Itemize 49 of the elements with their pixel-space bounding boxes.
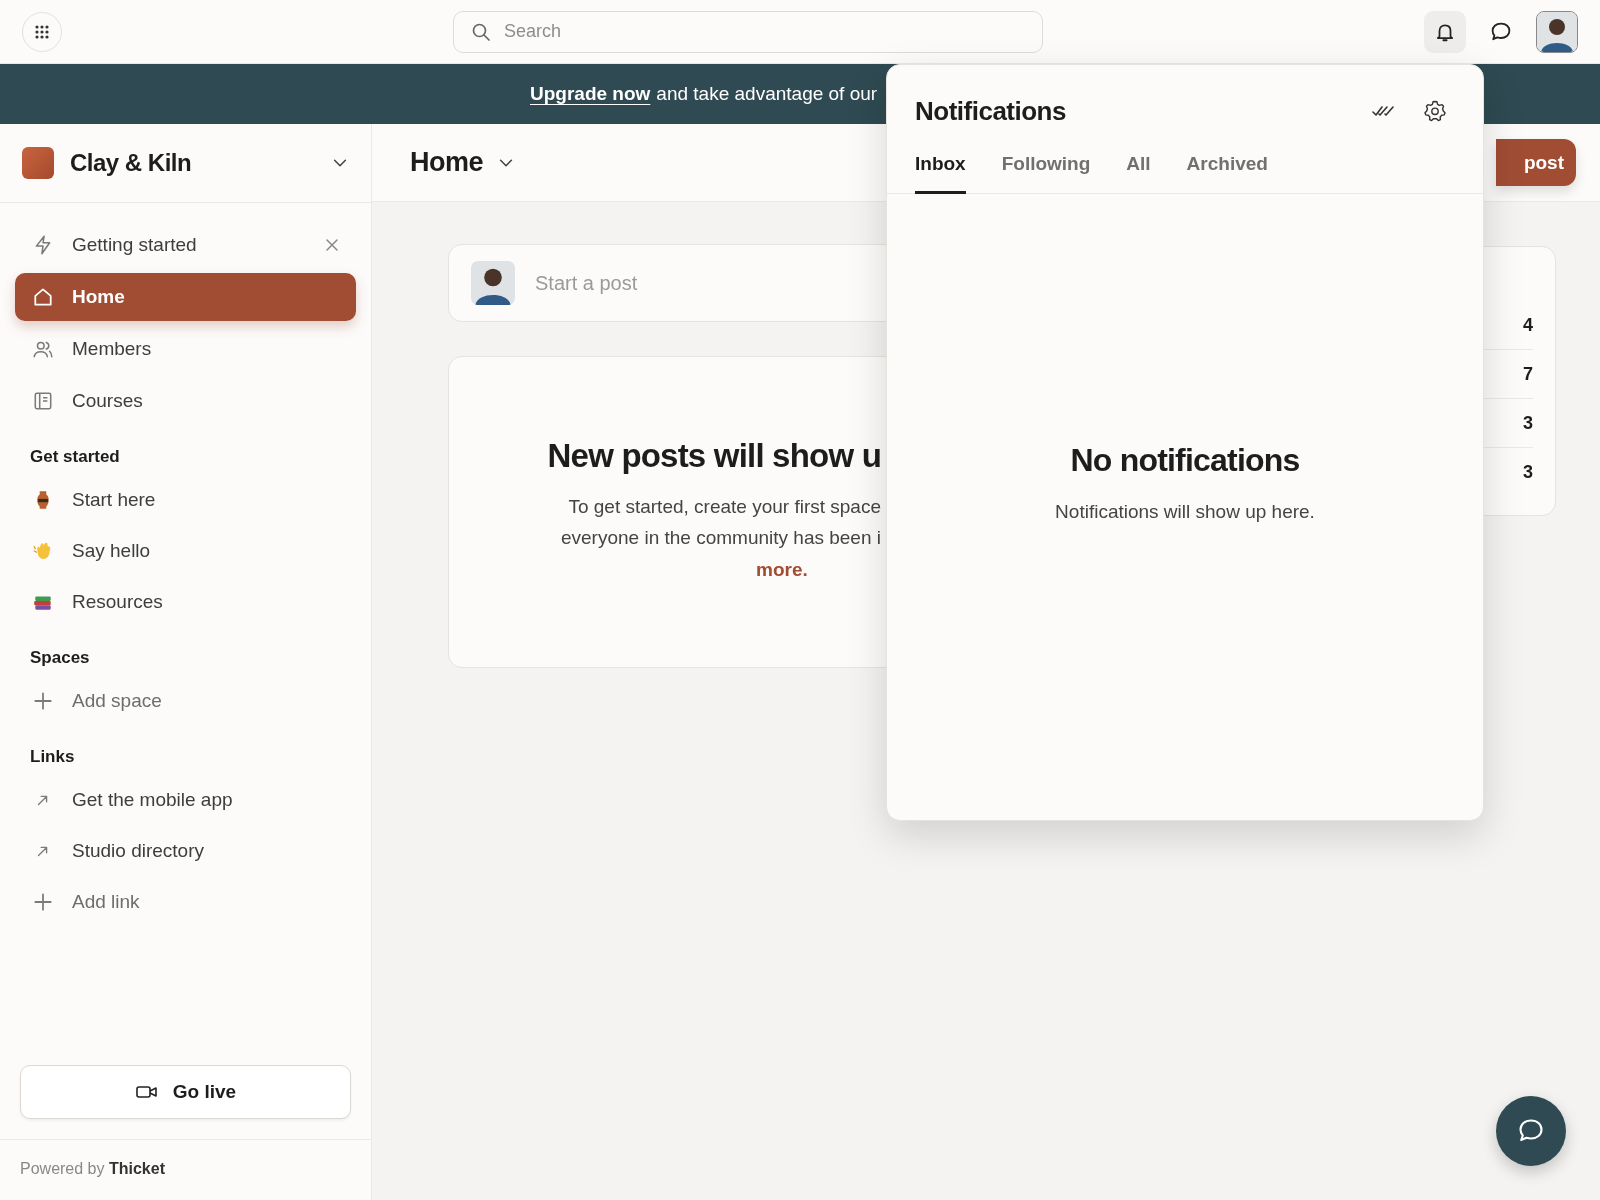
search-icon — [471, 21, 491, 42]
section-heading: Get started — [29, 447, 121, 468]
sidebar-item[interactable]: Start here — [15, 475, 356, 524]
go-live-button[interactable]: Go live — [20, 1065, 351, 1119]
grid-icon — [34, 23, 50, 40]
panel-tab[interactable]: Inbox — [915, 145, 966, 194]
empty-title: No notifications — [1070, 442, 1300, 479]
home-icon — [32, 286, 54, 308]
empty-state-text: everyone in the community has been i — [561, 526, 881, 550]
empty-state-text: To get started, create your first space — [568, 495, 881, 519]
panel-tab[interactable]: Following — [1001, 145, 1091, 194]
new-post-button[interactable]: post — [1496, 139, 1576, 186]
sidebar-item[interactable]: Home — [15, 273, 356, 321]
panel-title: Notifications — [915, 95, 1066, 127]
search-field[interactable]: Search — [453, 10, 1043, 53]
community-logo-icon — [22, 147, 54, 179]
book-icon — [32, 390, 54, 412]
sidebar-item[interactable]: Add link — [15, 877, 356, 926]
sidebar-item[interactable]: Studio directory — [15, 826, 356, 875]
stat-value: 3 — [1522, 461, 1533, 484]
community-name: Clay & Kiln — [70, 149, 192, 177]
gear-icon — [1423, 99, 1447, 123]
sidebar-item[interactable]: Add space — [15, 676, 356, 725]
panel-tab[interactable]: All — [1126, 145, 1151, 194]
profile-avatar-button[interactable] — [1536, 10, 1578, 53]
chat-button[interactable] — [1496, 1096, 1566, 1166]
sidebar-item[interactable]: Get the mobile app — [15, 775, 356, 824]
post-input[interactable]: Start a post — [533, 270, 802, 296]
sidebar-item[interactable]: Getting started — [15, 221, 356, 269]
avatar-silhouette-icon — [471, 261, 515, 305]
avatar-silhouette-icon — [1537, 11, 1577, 52]
section-heading: Links — [29, 747, 76, 768]
section-heading: Spaces — [29, 648, 91, 669]
empty-state-title: New posts will show u — [547, 437, 881, 475]
empty-message: Notifications will show up here. — [1055, 501, 1315, 523]
notifications-button[interactable] — [1424, 10, 1466, 53]
close-icon[interactable] — [325, 238, 339, 252]
learn-more-link[interactable]: more. — [756, 553, 808, 586]
sidebar-item[interactable]: Say hello — [15, 526, 356, 575]
sidebar-item[interactable]: Members — [15, 325, 356, 373]
page-title: Home — [410, 147, 483, 178]
double-check-icon — [1372, 104, 1394, 118]
upgrade-link[interactable]: Upgrade now — [530, 83, 651, 105]
banner-text: and take advantage of our — [656, 83, 878, 105]
apps-button[interactable] — [22, 11, 62, 52]
powered-by-text: Powered by Thicket — [0, 1139, 371, 1200]
panel-tab[interactable]: Archived — [1186, 145, 1268, 194]
sidebar-item[interactable]: Courses — [15, 377, 356, 425]
sidebar-item[interactable]: Resources — [15, 577, 356, 626]
